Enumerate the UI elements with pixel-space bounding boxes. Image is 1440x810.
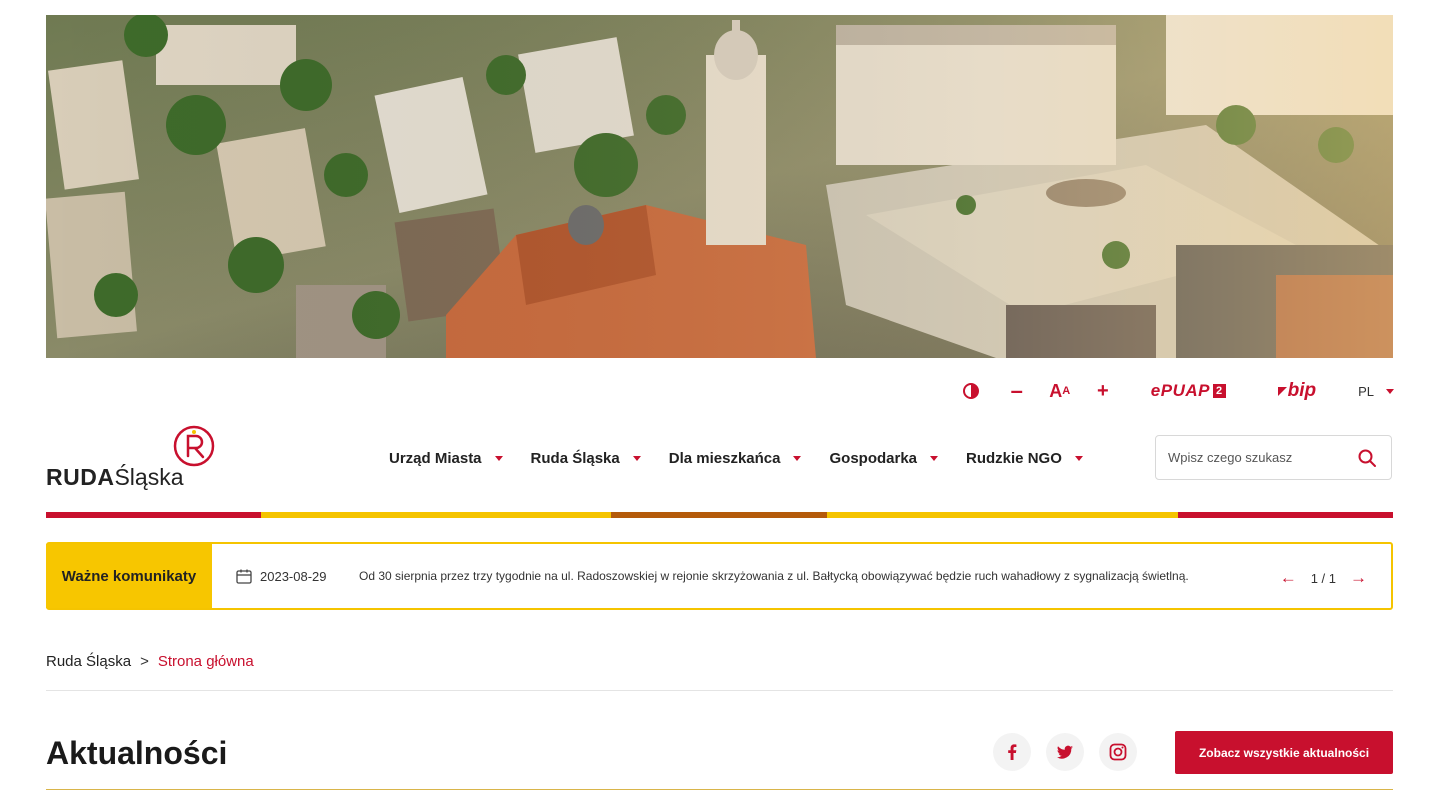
breadcrumb-separator: >: [140, 653, 149, 670]
chevron-down-icon: [793, 455, 802, 461]
announcement-bar: Ważne komunikaty 2023-08-29 Od 30 sierpn…: [46, 542, 1393, 610]
hero-image: [46, 15, 1393, 358]
instagram-icon: [1109, 743, 1127, 761]
calendar-icon: [236, 569, 252, 584]
announcement-pager: ← 1 / 1 →: [1280, 568, 1367, 588]
bip-link[interactable]: bip: [1277, 378, 1316, 404]
main-navigation: Urząd Miasta Ruda Śląska Dla mieszkańca …: [389, 446, 1083, 470]
facebook-link[interactable]: [993, 733, 1031, 771]
nav-item-ruda-slaska[interactable]: Ruda Śląska: [531, 450, 641, 467]
logo-emblem-icon: [173, 425, 215, 467]
announcement-count: 1 / 1: [1310, 570, 1336, 586]
contrast-icon: [962, 383, 979, 399]
breadcrumb-home-link[interactable]: Ruda Śląska: [46, 653, 131, 670]
announcement-text[interactable]: Od 30 sierpnia przez trzy tygodnie na ul…: [359, 567, 1199, 585]
next-arrow-icon[interactable]: →: [1350, 568, 1367, 588]
nav-item-dla-mieszkanca[interactable]: Dla mieszkańca: [669, 450, 802, 467]
stripe-segment: [1178, 512, 1393, 518]
site-logo[interactable]: RUDAŚląska: [46, 424, 226, 494]
announcement-date: 2023-08-29: [236, 569, 352, 584]
chevron-down-icon: [494, 455, 503, 461]
breadcrumb: Ruda Śląska > Strona główna: [46, 653, 254, 670]
announcement-label: Ważne komunikaty: [46, 544, 212, 608]
font-increase-button[interactable]: +: [1093, 378, 1113, 404]
accessibility-toolbar: – AA + ePUAP 2 bip PL: [960, 378, 1394, 404]
nav-item-urzad-miasta[interactable]: Urząd Miasta: [389, 450, 503, 467]
search-input[interactable]: [1168, 450, 1348, 465]
social-links: [993, 733, 1152, 771]
instagram-link[interactable]: [1099, 733, 1137, 771]
nav-item-rudzkie-ngo[interactable]: Rudzkie NGO: [966, 450, 1083, 467]
stripe-segment: [827, 512, 1178, 518]
twitter-link[interactable]: [1046, 733, 1084, 771]
epuap-badge: 2: [1212, 384, 1226, 398]
twitter-icon: [1057, 745, 1073, 759]
divider: [46, 690, 1393, 691]
bip-icon: [1277, 386, 1287, 396]
prev-arrow-icon[interactable]: ←: [1280, 568, 1297, 588]
chevron-down-icon: [1074, 455, 1083, 461]
logo-text-bold: RUDA: [46, 464, 115, 490]
section-title: Aktualności: [46, 735, 228, 771]
search-box: [1155, 435, 1392, 480]
facebook-icon: [1008, 744, 1017, 760]
hero-aerial-photo: [46, 15, 1393, 358]
font-decrease-button[interactable]: –: [1007, 378, 1027, 404]
stripe-segment: [261, 512, 611, 518]
chevron-down-icon: [930, 455, 939, 461]
chevron-down-icon: [632, 455, 641, 461]
epuap-link[interactable]: ePUAP 2: [1151, 378, 1226, 404]
stripe-segment: [611, 512, 827, 518]
language-select[interactable]: PL: [1358, 378, 1394, 404]
all-news-button[interactable]: Zobacz wszystkie aktualności: [1175, 731, 1393, 774]
stripe-segment: [46, 512, 261, 518]
epuap-logo: ePUAP: [1150, 381, 1210, 400]
font-size-button[interactable]: AA: [1047, 378, 1073, 404]
search-icon[interactable]: [1357, 448, 1377, 468]
nav-item-gospodarka[interactable]: Gospodarka: [829, 450, 939, 467]
breadcrumb-current: Strona główna: [157, 653, 254, 670]
color-stripe: [46, 512, 1393, 518]
logo-text-light: Śląska: [114, 464, 184, 490]
chevron-down-icon: [1386, 388, 1394, 394]
language-label: PL: [1358, 383, 1374, 399]
divider: [46, 789, 1393, 790]
contrast-toggle-button[interactable]: [960, 378, 982, 404]
